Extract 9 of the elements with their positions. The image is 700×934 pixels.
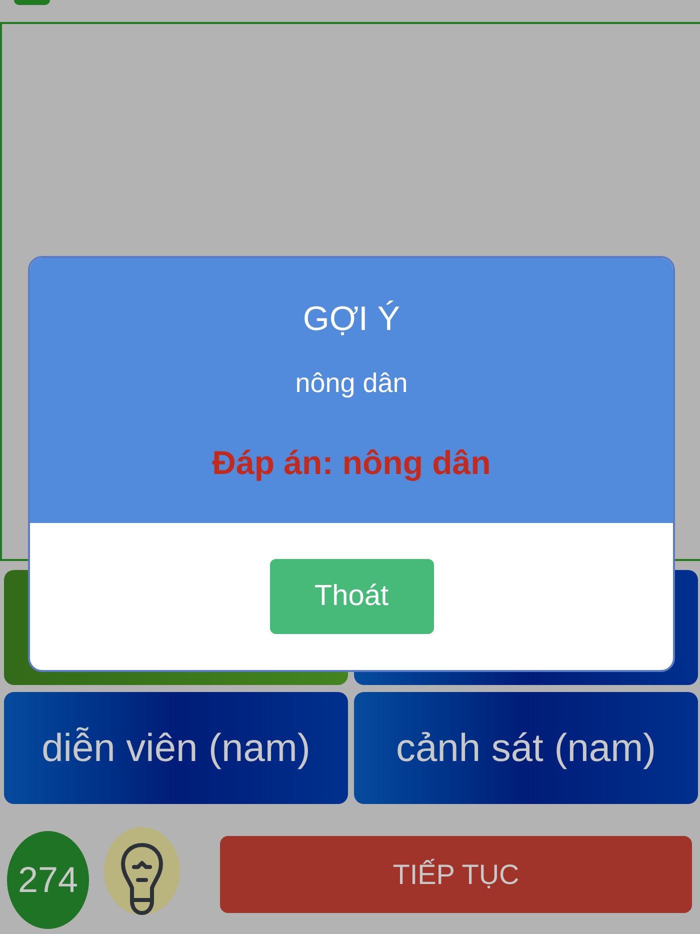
score-count: 274 [18, 862, 78, 898]
answer-button[interactable]: cảnh sát (nam) [354, 692, 698, 804]
answer-button[interactable]: diễn viên (nam) [4, 692, 348, 804]
lightbulb-icon [121, 843, 163, 915]
level-badge [14, 0, 50, 5]
answer-text: Đáp án: nông dân [212, 443, 491, 483]
continue-button[interactable]: TIẾP TỤC [220, 836, 692, 913]
hint-text: nông dân [295, 367, 408, 399]
dialog-title: GỢI Ý [302, 299, 400, 339]
